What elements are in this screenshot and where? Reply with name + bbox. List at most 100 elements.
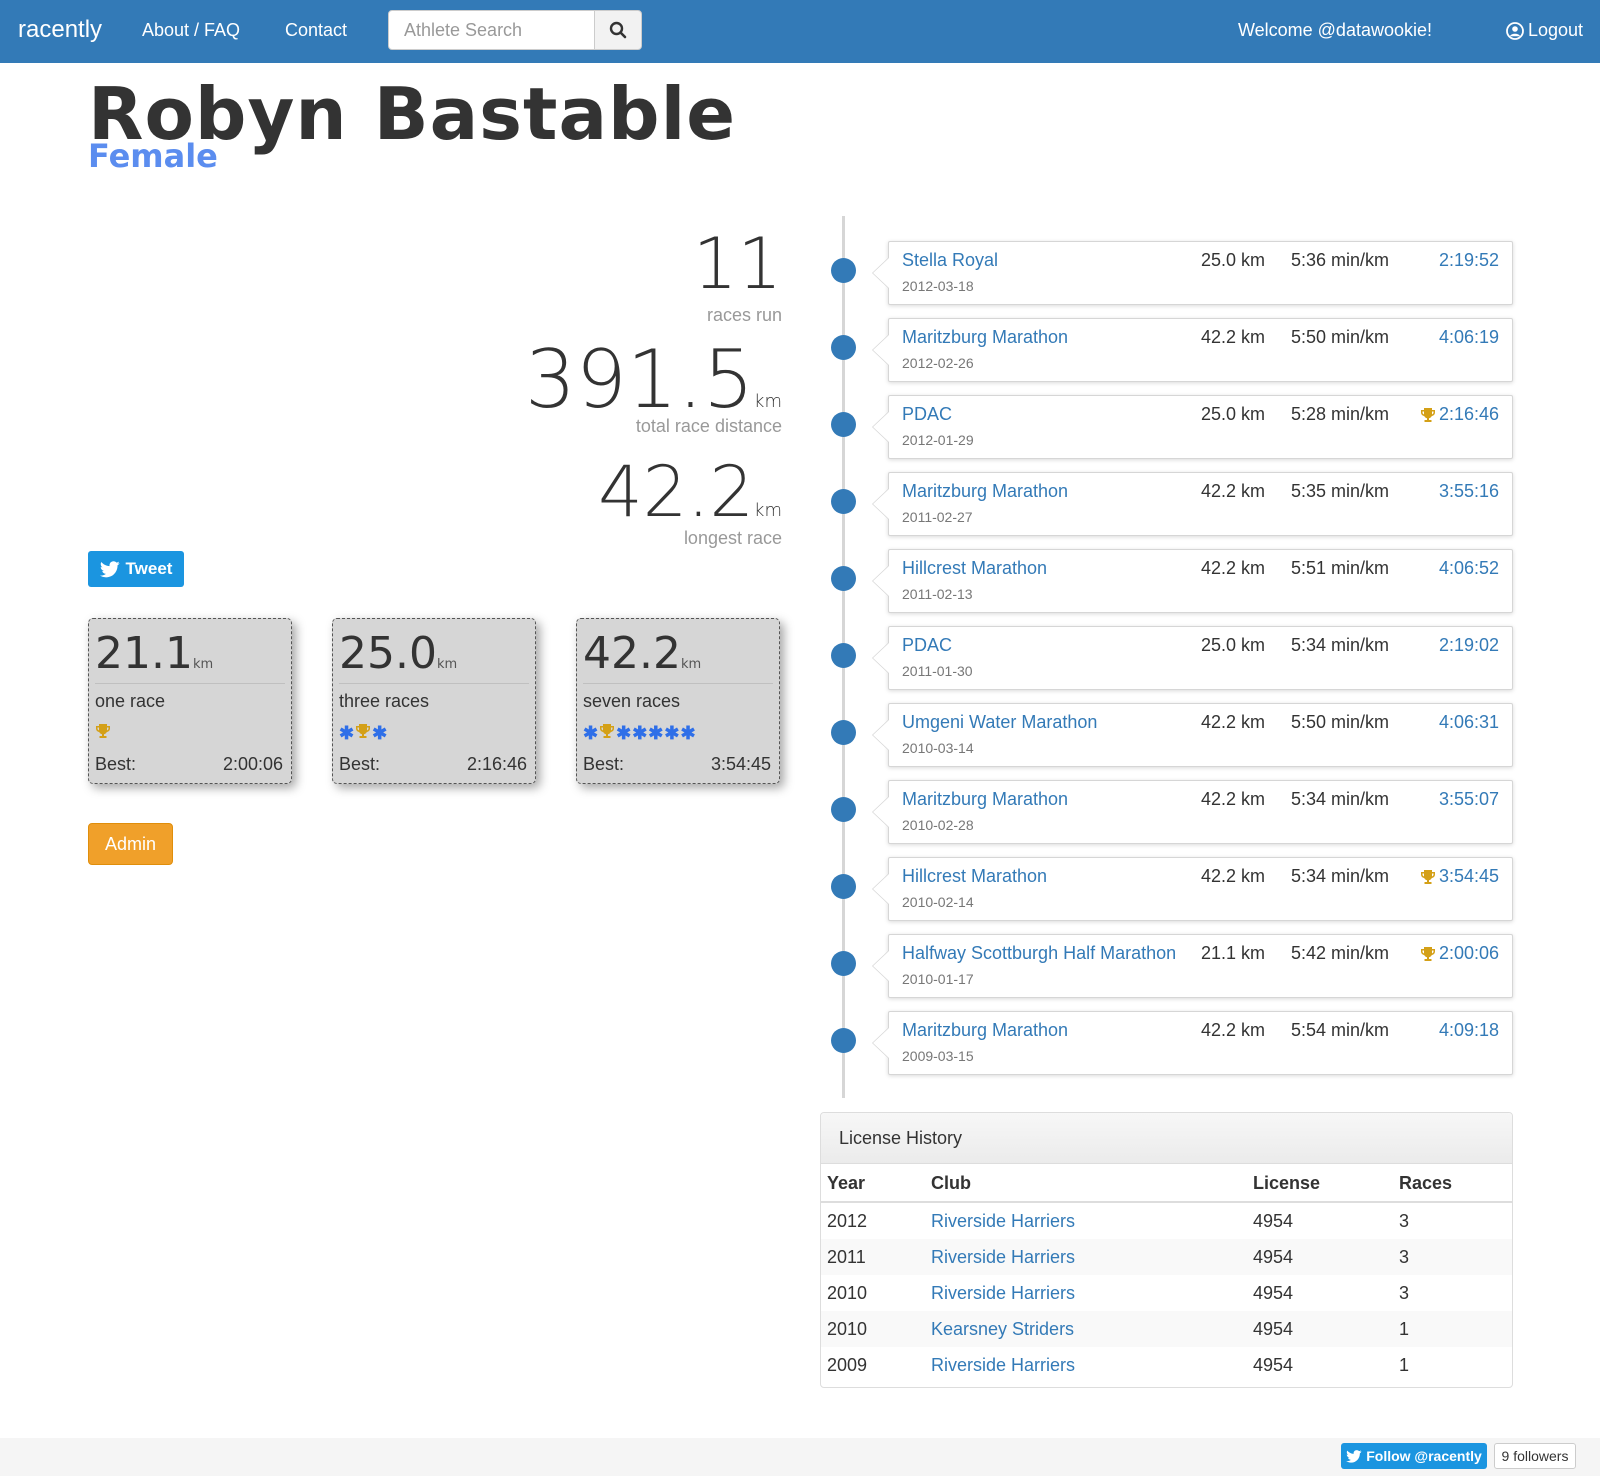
race-pace: 5:34 min/km bbox=[1291, 789, 1390, 809]
race-card: Maritzburg Marathon 2011-02-27 42.2 km 5:35… bbox=[872, 472, 1513, 536]
race-distance: 42.2 km bbox=[1201, 789, 1266, 809]
timeline-dot bbox=[831, 566, 856, 591]
race-date: 2011-01-30 bbox=[902, 663, 973, 679]
race-time-link[interactable]: 2:00:06 bbox=[1420, 943, 1499, 964]
race-time-link[interactable]: 2:19:02 bbox=[1439, 635, 1499, 656]
club-link[interactable]: Riverside Harriers bbox=[931, 1247, 1075, 1267]
welcome-text: Welcome @datawookie! bbox=[1237, 20, 1432, 40]
logout-link[interactable]: Logout bbox=[1506, 20, 1583, 41]
race-time-link[interactable]: 3:54:45 bbox=[1420, 866, 1499, 887]
badge-row bbox=[95, 723, 111, 744]
race-time-link[interactable]: 4:06:19 bbox=[1439, 327, 1499, 348]
timeline-dot bbox=[831, 1028, 856, 1053]
longest-race-caption: longest race bbox=[683, 528, 782, 548]
card-pointer bbox=[872, 488, 889, 520]
race-pace: 5:34 min/km bbox=[1291, 866, 1390, 886]
trophy-icon bbox=[1420, 946, 1436, 962]
race-time: 3:55:16 bbox=[1438, 481, 1499, 501]
timeline-dot bbox=[831, 258, 856, 283]
race-name-link[interactable]: PDAC bbox=[902, 404, 952, 425]
license-races: 3 bbox=[1399, 1210, 1410, 1231]
race-name-link[interactable]: Maritzburg Marathon bbox=[902, 1020, 1068, 1041]
race-time-link[interactable]: 2:16:46 bbox=[1420, 404, 1499, 425]
license-year: 2011 bbox=[821, 1239, 925, 1275]
navbar: racently About / FAQ Contact Welcome @da… bbox=[0, 0, 1600, 63]
best-time: 2:00:06 bbox=[222, 754, 283, 774]
race-date: 2010-02-28 bbox=[902, 817, 974, 833]
col-year: Year bbox=[821, 1165, 925, 1203]
badge-row: ✱ ✱ ✱ ✱ ✱ ✱ bbox=[583, 723, 696, 744]
asterisk-icon: ✱ bbox=[680, 723, 696, 743]
club-link[interactable]: Riverside Harriers bbox=[931, 1283, 1075, 1303]
race-card: Umgeni Water Marathon 2010-03-14 42.2 km 5:… bbox=[872, 703, 1513, 767]
trophy-icon bbox=[599, 723, 615, 744]
best-time: 3:54:45 bbox=[710, 754, 771, 774]
race-time-link[interactable]: 2:19:52 bbox=[1439, 250, 1499, 271]
race-name-link[interactable]: Maritzburg Marathon bbox=[902, 789, 1068, 810]
license-races: 3 bbox=[1399, 1282, 1410, 1303]
race-time-link[interactable]: 4:06:31 bbox=[1439, 712, 1499, 733]
race-distance: 42.2 km bbox=[1201, 558, 1266, 578]
user-circle-icon bbox=[1506, 21, 1524, 40]
license-history-panel: License History Year Club License Races … bbox=[820, 1112, 1513, 1388]
asterisk-icon: ✱ bbox=[583, 723, 599, 743]
nav-contact-link[interactable]: Contact bbox=[285, 20, 347, 41]
license-races: 1 bbox=[1399, 1354, 1410, 1375]
best-label: Best: bbox=[95, 754, 137, 774]
race-date: 2010-03-14 bbox=[902, 740, 974, 756]
athlete-search-input[interactable] bbox=[388, 10, 595, 50]
card-pointer bbox=[872, 411, 889, 443]
race-name-link[interactable]: Stella Royal bbox=[902, 250, 998, 271]
race-name-link[interactable]: Halfway Scottburgh Half Marathon bbox=[902, 943, 1176, 964]
license-row: 2009 Riverside Harriers 4954 1 bbox=[821, 1347, 1512, 1383]
race-time-link[interactable]: 4:09:18 bbox=[1439, 1020, 1499, 1041]
license-number: 4954 bbox=[1247, 1311, 1393, 1347]
race-name-link[interactable]: Hillcrest Marathon bbox=[902, 866, 1047, 887]
admin-button[interactable]: Admin bbox=[88, 823, 173, 865]
race-name-link[interactable]: Maritzburg Marathon bbox=[902, 327, 1068, 348]
race-pace: 5:42 min/km bbox=[1291, 943, 1390, 963]
nav-about-link[interactable]: About / FAQ bbox=[142, 20, 240, 41]
follow-button[interactable]: Follow @racently bbox=[1341, 1443, 1487, 1469]
race-name-link[interactable]: Maritzburg Marathon bbox=[902, 481, 1068, 502]
race-time: 4:06:19 bbox=[1438, 327, 1499, 347]
race-card: Maritzburg Marathon 2009-03-15 42.2 km 5:54… bbox=[872, 1011, 1513, 1075]
race-pace: 5:35 min/km bbox=[1291, 481, 1390, 501]
race-name-link[interactable]: Umgeni Water Marathon bbox=[902, 712, 1097, 733]
race-time-link[interactable]: 3:55:07 bbox=[1439, 789, 1499, 810]
license-table: Year Club License Races 2012 Riverside Ha… bbox=[821, 1165, 1512, 1383]
athlete-search bbox=[388, 10, 642, 52]
license-history-title: License History bbox=[821, 1113, 1512, 1164]
license-number: 4954 bbox=[1253, 1210, 1294, 1231]
race-distance: 42.2 km bbox=[1201, 481, 1266, 501]
search-button[interactable] bbox=[594, 10, 642, 50]
card-pointer bbox=[872, 873, 889, 905]
badge-row: ✱ ✱ bbox=[339, 723, 387, 744]
race-distance: 42.2 km bbox=[1201, 866, 1266, 886]
license-number: 4954 bbox=[1253, 1282, 1294, 1303]
brand-link[interactable]: racently bbox=[18, 16, 102, 44]
race-name-link[interactable]: PDAC bbox=[902, 635, 952, 656]
race-time-link[interactable]: 4:06:52 bbox=[1439, 558, 1499, 579]
race-count: one race bbox=[95, 691, 166, 711]
tweet-button[interactable]: Tweet bbox=[88, 551, 184, 587]
race-date: 2010-01-17 bbox=[902, 971, 974, 987]
club-link[interactable]: Kearsney Striders bbox=[931, 1319, 1074, 1339]
race-time-link[interactable]: 3:55:16 bbox=[1439, 481, 1499, 502]
club-link[interactable]: Riverside Harriers bbox=[931, 1355, 1075, 1375]
club-link[interactable]: Riverside Harriers bbox=[931, 1211, 1075, 1231]
race-pace: 5:36 min/km bbox=[1291, 250, 1390, 270]
followers-count[interactable]: 9 followers bbox=[1494, 1443, 1576, 1469]
divider bbox=[339, 683, 529, 684]
total-distance-value: 391.5 bbox=[525, 333, 755, 426]
athlete-gender: Female bbox=[88, 137, 218, 175]
twitter-bird-icon bbox=[1346, 1449, 1362, 1463]
races-run-value: 11 bbox=[692, 223, 782, 305]
card-pointer bbox=[872, 1027, 889, 1059]
tweet-label: Tweet bbox=[125, 559, 173, 578]
race-count: seven races bbox=[583, 691, 681, 711]
race-name-link[interactable]: Hillcrest Marathon bbox=[902, 558, 1047, 579]
license-row: 2010 Riverside Harriers 4954 3 bbox=[821, 1275, 1512, 1311]
distance-value: 42.2km bbox=[583, 628, 702, 679]
trophy-icon bbox=[1420, 869, 1436, 885]
